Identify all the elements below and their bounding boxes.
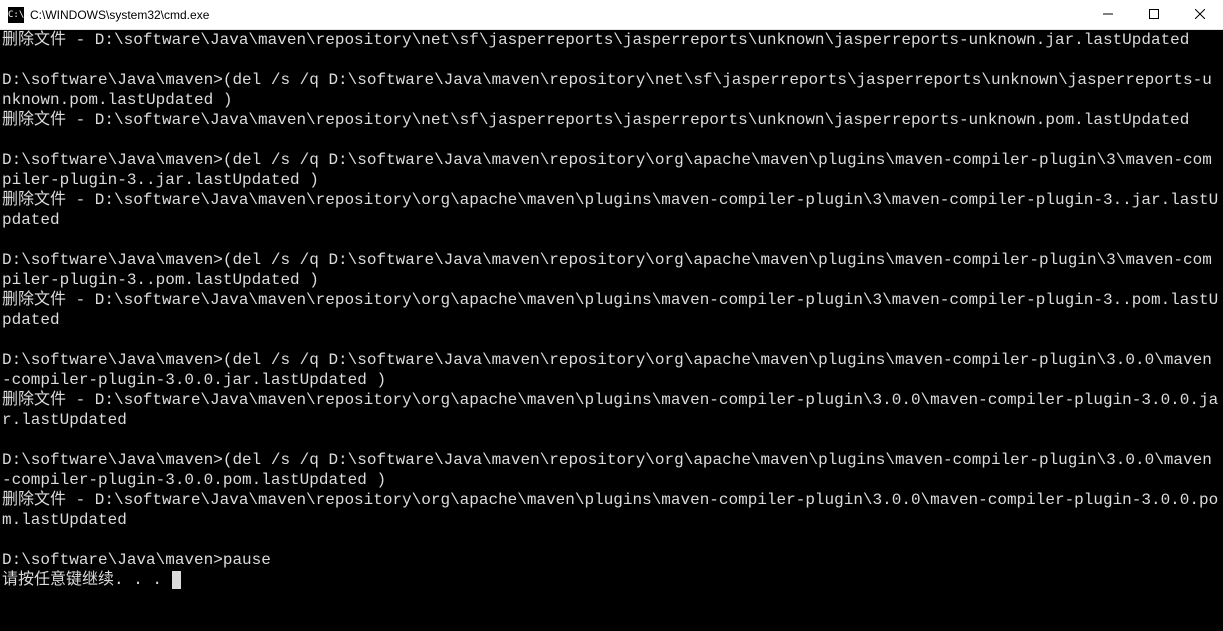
minimize-button[interactable] <box>1085 0 1131 30</box>
maximize-button[interactable] <box>1131 0 1177 30</box>
app-icon: C:\ <box>8 7 24 23</box>
maximize-icon <box>1149 6 1159 24</box>
minimize-icon <box>1103 6 1113 24</box>
cursor <box>172 571 181 589</box>
window-titlebar: C:\ C:\WINDOWS\system32\cmd.exe <box>0 0 1223 30</box>
close-icon <box>1195 6 1205 24</box>
window-title: C:\WINDOWS\system32\cmd.exe <box>30 8 209 22</box>
terminal-output[interactable]: 删除文件 - D:\software\Java\maven\repository… <box>0 30 1223 631</box>
close-button[interactable] <box>1177 0 1223 30</box>
